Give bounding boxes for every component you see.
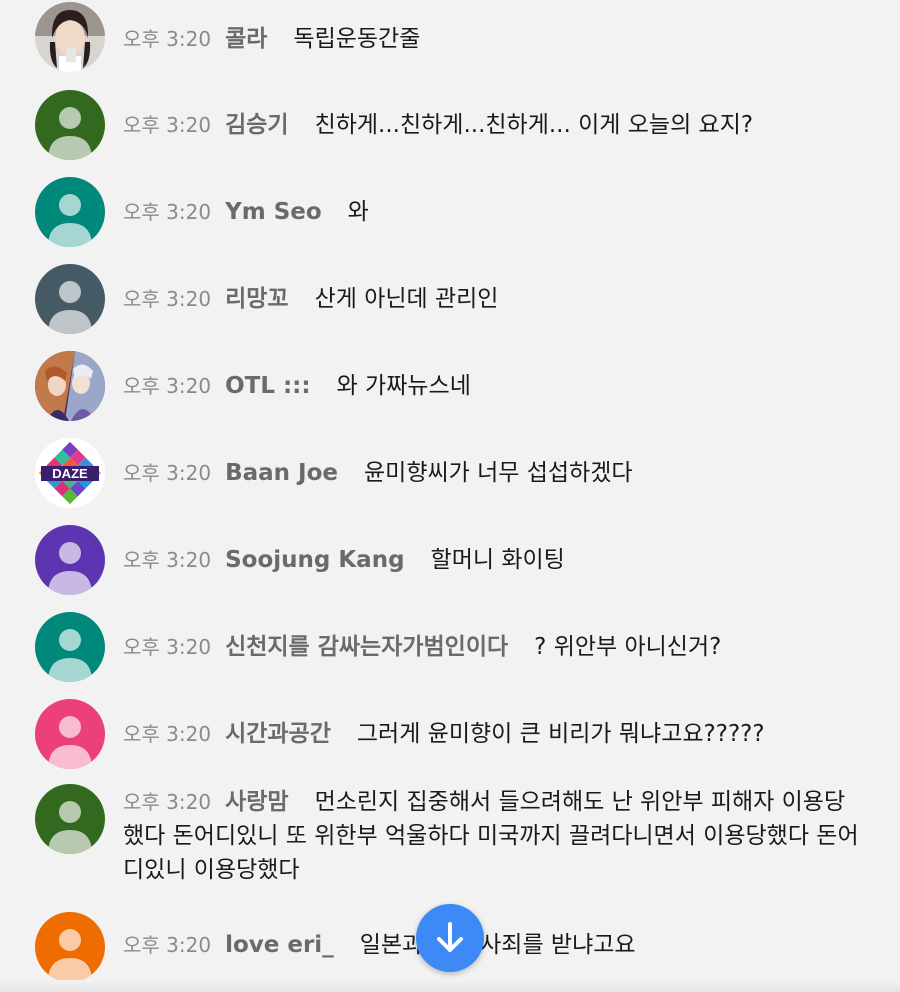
message-text-line: 오후 3:20 love eri_ 일본과 하면 사죄를 받냐고요 — [123, 928, 860, 962]
message-time: 오후 3:20 — [123, 635, 212, 659]
daze-logo-icon: DAZE — [35, 438, 105, 508]
avatar[interactable] — [35, 784, 105, 854]
message-text-line: 오후 3:20 Soojung Kang 할머니 화이팅 — [123, 543, 860, 577]
message-time: 오후 3:20 — [123, 27, 212, 51]
bottom-edge — [0, 980, 900, 992]
message-author[interactable]: 사랑맘 — [225, 789, 288, 815]
user-photo-icon — [35, 2, 105, 72]
message-text-line: 오후 3:20 리망꼬 산게 아닌데 관리인 — [123, 282, 860, 316]
message-author[interactable]: love eri_ — [225, 932, 334, 958]
message-text-line: 오후 3:20 김승기 친하게...친하게...친하게... 이게 오늘의 요지? — [123, 108, 860, 142]
message-author[interactable]: 리망꼬 — [225, 286, 288, 312]
message-time: 오후 3:20 — [123, 461, 212, 485]
avatar[interactable] — [35, 90, 105, 160]
message-time: 오후 3:20 — [123, 374, 212, 398]
message-body: 산게 아닌데 관리인 — [314, 286, 499, 312]
message-body: 와 — [347, 199, 369, 225]
message-body: 와 가짜뉴스네 — [336, 373, 471, 399]
message-time: 오후 3:20 — [123, 933, 212, 957]
arrow-down-icon — [437, 922, 463, 952]
default-user-icon — [35, 612, 105, 682]
message-time: 오후 3:20 — [123, 790, 212, 814]
message-author[interactable]: 시간과공간 — [225, 721, 331, 747]
message-body: 독립운동간줄 — [293, 26, 421, 52]
svg-text:DAZE: DAZE — [52, 466, 88, 481]
message-text-line: 오후 3:20 Baan Joe 윤미향씨가 너무 섭섭하겠다 — [123, 456, 860, 490]
message-text-line: 오후 3:20 OTL ::: 와 가짜뉴스네 — [123, 369, 860, 403]
message-body: 그러게 윤미향이 큰 비리가 뭐냐고요????? — [356, 721, 765, 747]
message-author[interactable]: 김승기 — [225, 112, 288, 138]
message-body: 친하게...친하게...친하게... 이게 오늘의 요지? — [314, 112, 754, 138]
default-user-icon — [35, 784, 105, 854]
message-time: 오후 3:20 — [123, 200, 212, 224]
avatar[interactable] — [35, 177, 105, 247]
anime-photo-icon — [35, 351, 105, 421]
avatar[interactable] — [35, 699, 105, 769]
message-author[interactable]: Soojung Kang — [225, 547, 404, 573]
message-text-line: 오후 3:20 사랑맘 먼소린지 집중해서 들으려해도 난 위안부 피해자 이용당했… — [123, 785, 860, 887]
message-body: ? 위안부 아니신거? — [534, 634, 722, 660]
message-text-line: 오후 3:20 시간과공간 그러게 윤미향이 큰 비리가 뭐냐고요????? — [123, 717, 860, 751]
default-user-icon — [35, 177, 105, 247]
chat-list: 오후 3:20 콜라 독립운동간줄 오후 3:20 김승기 친하게...친하게...친하… — [0, 0, 900, 992]
message-text-line: 오후 3:20 Ym Seo 와 — [123, 195, 860, 229]
avatar[interactable] — [35, 525, 105, 595]
message-author[interactable]: 신천지를 감싸는자가범인이다 — [225, 634, 508, 660]
message-text-line: 오후 3:20 신천지를 감싸는자가범인이다 ? 위안부 아니신거? — [123, 630, 860, 664]
message-time: 오후 3:20 — [123, 113, 212, 137]
avatar[interactable] — [35, 612, 105, 682]
message-author[interactable]: 콜라 — [225, 26, 267, 52]
message-author[interactable]: Baan Joe — [225, 460, 338, 486]
scroll-to-bottom-button[interactable] — [416, 904, 484, 972]
message-time: 오후 3:20 — [123, 287, 212, 311]
default-user-icon — [35, 525, 105, 595]
avatar[interactable] — [35, 2, 105, 72]
avatar[interactable] — [35, 351, 105, 421]
avatar[interactable] — [35, 264, 105, 334]
message-body: 윤미향씨가 너무 섭섭하겠다 — [364, 460, 633, 486]
message-time: 오후 3:20 — [123, 548, 212, 572]
message-body: 일본과 하면 사죄를 받냐고요 — [359, 932, 636, 958]
message-time: 오후 3:20 — [123, 722, 212, 746]
avatar[interactable]: DAZE — [35, 438, 105, 508]
message-author[interactable]: Ym Seo — [225, 199, 322, 225]
default-user-icon — [35, 90, 105, 160]
message-author[interactable]: OTL ::: — [225, 373, 311, 399]
default-user-icon — [35, 912, 105, 982]
default-user-icon — [35, 699, 105, 769]
message-body: 할머니 화이팅 — [430, 547, 565, 573]
avatar[interactable] — [35, 912, 105, 982]
default-user-icon — [35, 264, 105, 334]
message-text-line: 오후 3:20 콜라 독립운동간줄 — [123, 22, 860, 56]
